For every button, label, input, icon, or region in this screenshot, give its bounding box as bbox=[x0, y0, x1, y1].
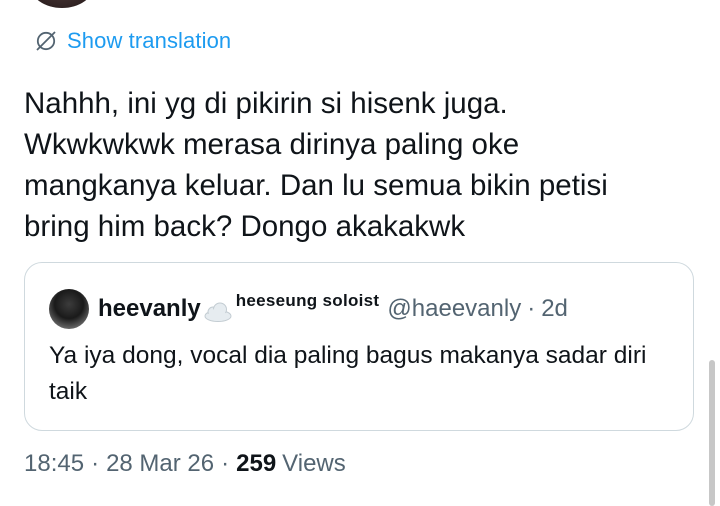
author-avatar[interactable] bbox=[30, 0, 94, 8]
quote-avatar[interactable] bbox=[49, 289, 89, 329]
tweet-text: Nahhh, ini yg di pikirin si hisenk juga.… bbox=[24, 87, 608, 243]
quote-display-name[interactable]: heevanly bbox=[98, 295, 201, 323]
globe-icon bbox=[36, 31, 56, 51]
quote-text: Ya iya dong, vocal dia paling bagus maka… bbox=[49, 342, 647, 405]
quote-handle[interactable]: @haeevanly bbox=[387, 295, 521, 323]
tweet-meta: 18:45 · 28 Mar 26 · 259 Views bbox=[24, 450, 346, 478]
quote-header: heevanly heeseung soloist @haeevanly · 2… bbox=[49, 289, 568, 329]
show-translation-label: Show translation bbox=[67, 28, 232, 53]
tweet-date[interactable]: 28 Mar 26 bbox=[106, 450, 214, 478]
quote-separator: · bbox=[527, 295, 536, 322]
views-count: 259 bbox=[236, 450, 277, 477]
meta-separator: · bbox=[221, 450, 230, 477]
meta-separator: · bbox=[91, 450, 100, 477]
show-translation-button[interactable]: Show translation bbox=[34, 28, 231, 54]
quote-tweet-card[interactable]: heevanly heeseung soloist @haeevanly · 2… bbox=[24, 262, 694, 431]
tweet-time[interactable]: 18:45 bbox=[24, 450, 84, 478]
cloud-icon bbox=[204, 302, 232, 322]
views-label: Views bbox=[282, 450, 346, 477]
quote-name-suffix: heeseung soloist bbox=[235, 291, 380, 310]
scrollbar[interactable] bbox=[709, 360, 715, 506]
quote-timestamp[interactable]: 2d bbox=[541, 295, 568, 323]
